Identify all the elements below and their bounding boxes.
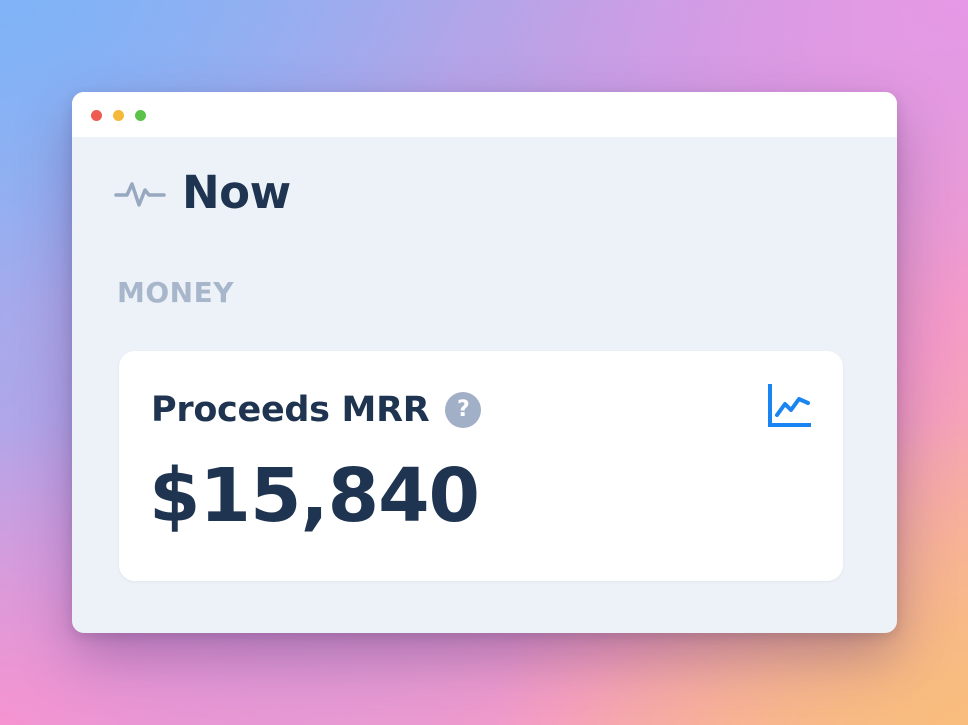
window-titlebar: [72, 92, 897, 137]
page-heading: Now: [114, 170, 291, 215]
section-label: MONEY: [117, 276, 235, 309]
maximize-window-button[interactable]: [135, 110, 146, 121]
app-window: Now MONEY Proceeds MRR ? $15,840: [72, 92, 897, 633]
metric-title: Proceeds MRR: [151, 389, 430, 430]
minimize-window-button[interactable]: [113, 110, 124, 121]
line-chart-icon[interactable]: [767, 384, 811, 428]
metric-card: Proceeds MRR ? $15,840: [119, 351, 843, 581]
close-window-button[interactable]: [91, 110, 102, 121]
metric-value: $15,840: [149, 453, 480, 539]
pulse-icon: [114, 176, 166, 210]
question-mark-icon[interactable]: ?: [445, 392, 482, 428]
metric-title-row: Proceeds MRR ?: [151, 389, 482, 430]
page-title: Now: [182, 166, 291, 219]
